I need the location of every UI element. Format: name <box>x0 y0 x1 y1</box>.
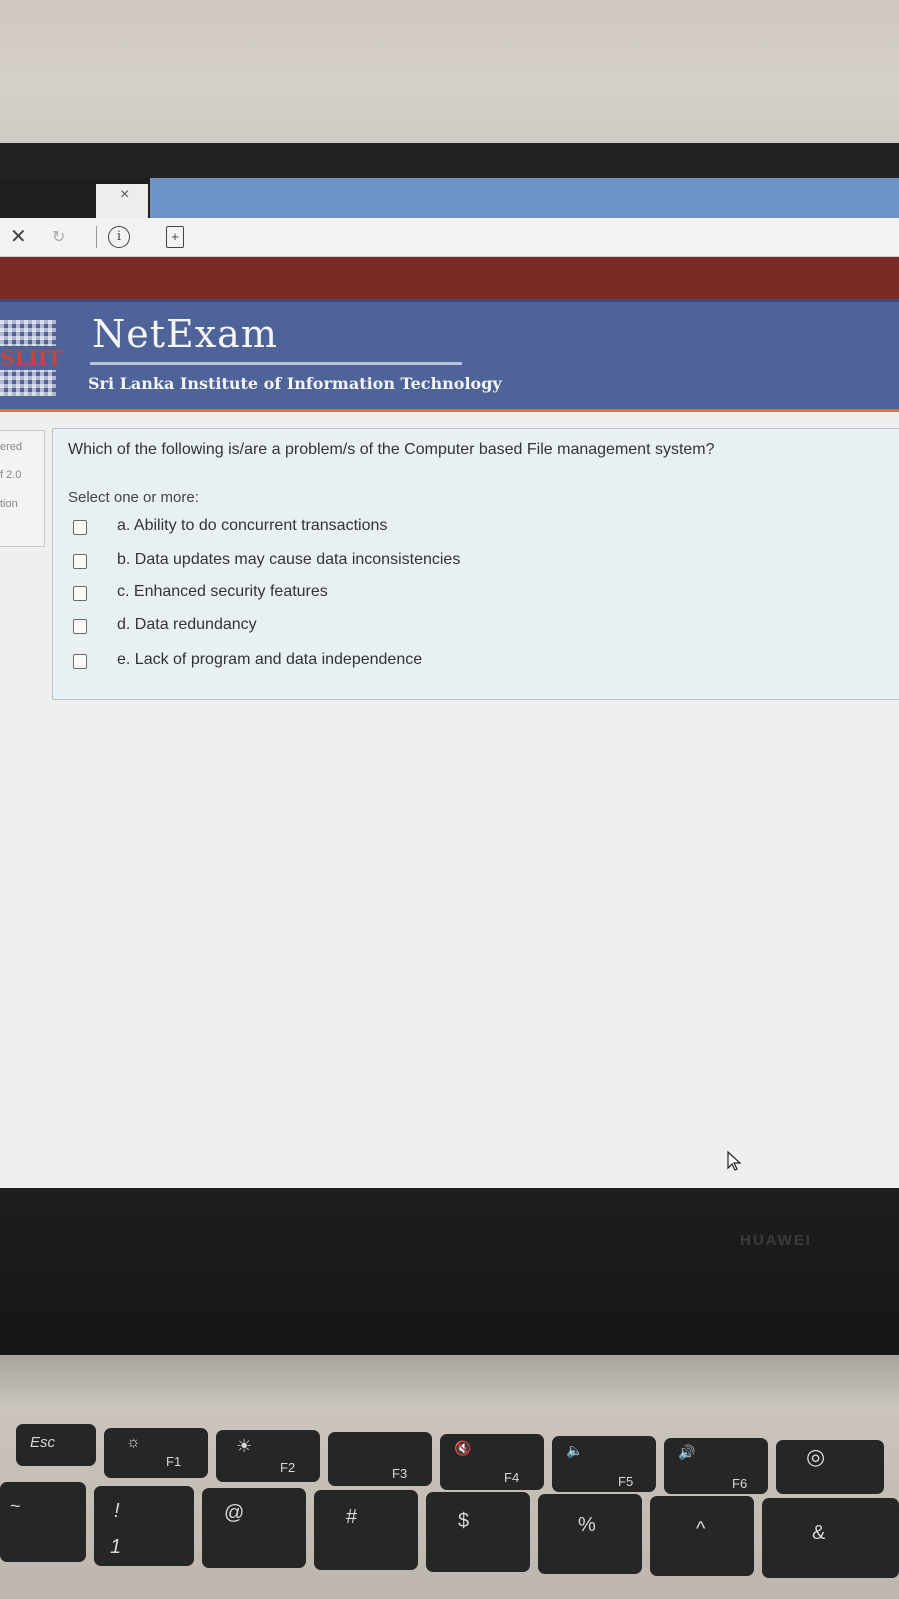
tab-close-icon[interactable]: × <box>120 186 129 204</box>
header-accent-line <box>0 409 899 412</box>
active-tab-area[interactable] <box>150 178 899 218</box>
institute-subtitle: Sri Lanka Institute of Information Techn… <box>88 374 502 393</box>
key-f3[interactable]: F3 <box>328 1432 432 1486</box>
key-f6[interactable]: 🔊 F6 <box>664 1438 768 1494</box>
laptop-screen: × ✕ ↻ i + SLIIT NetExam Sri Lanka Instit… <box>0 178 899 1208</box>
info-icon[interactable]: i <box>108 226 130 248</box>
key-f1[interactable]: ☼ F1 <box>104 1428 208 1478</box>
tab-strip: × <box>0 178 899 218</box>
site-header: SLIIT NetExam Sri Lanka Institute of Inf… <box>0 299 899 412</box>
address-bar: ✕ ↻ i + <box>0 218 899 257</box>
option-label-c[interactable]: c. Enhanced security features <box>117 583 328 601</box>
question-info-panel: ered f 2.0 tion <box>0 430 45 547</box>
answer-option-e[interactable]: e. Lack of program and data independence <box>73 649 673 679</box>
key-f5[interactable]: 🔈 F5 <box>552 1436 656 1492</box>
keyboard-deck: Esc ☼ F1 ☀ F2 F3 🔇 F4 🔈 F5 🔊 F6 ◎ ~ ! 1 … <box>0 1410 899 1599</box>
add-page-icon[interactable]: + <box>166 226 184 248</box>
sliit-logo: SLIIT <box>0 320 63 396</box>
checkbox-b[interactable] <box>73 554 87 569</box>
question-text: Which of the following is/are a problem/… <box>68 441 715 458</box>
option-label-b[interactable]: b. Data updates may cause data inconsist… <box>117 551 460 569</box>
laptop-top-bezel <box>0 143 899 181</box>
huawei-logo: HUAWEI <box>740 1232 812 1249</box>
key-esc[interactable]: Esc <box>16 1424 96 1466</box>
reload-icon[interactable]: ↻ <box>52 227 65 247</box>
checkbox-e[interactable] <box>73 654 87 669</box>
brand-underline <box>90 362 462 365</box>
checkbox-c[interactable] <box>73 586 87 601</box>
answer-option-a[interactable]: a. Ability to do concurrent transactions <box>73 515 673 545</box>
key-7[interactable]: & <box>762 1498 899 1578</box>
key-1[interactable]: ! 1 <box>94 1486 194 1566</box>
key-3[interactable]: # <box>314 1490 418 1570</box>
top-red-band <box>0 257 899 299</box>
answer-option-b[interactable]: b. Data updates may cause data inconsist… <box>73 549 673 579</box>
option-label-d[interactable]: d. Data redundancy <box>117 616 257 634</box>
key-2[interactable]: @ <box>202 1488 306 1568</box>
key-4[interactable]: $ <box>426 1492 530 1572</box>
background-wall <box>0 0 899 148</box>
info-status-text: ered <box>0 441 23 453</box>
brand-title: NetExam <box>92 312 278 356</box>
checkbox-a[interactable] <box>73 520 87 535</box>
select-hint: Select one or more: <box>68 489 199 506</box>
laptop-bottom-bezel <box>0 1188 899 1358</box>
option-label-e[interactable]: e. Lack of program and data independence <box>117 651 422 669</box>
key-6[interactable]: ^ <box>650 1496 754 1576</box>
mouse-cursor-icon <box>727 1150 742 1171</box>
key-camera[interactable]: ◎ <box>776 1440 884 1494</box>
logo-text: SLIIT <box>0 346 63 370</box>
answer-option-d[interactable]: d. Data redundancy <box>73 614 673 644</box>
key-f4[interactable]: 🔇 F4 <box>440 1434 544 1490</box>
laptop-hinge <box>0 1355 899 1415</box>
checkbox-d[interactable] <box>73 619 87 634</box>
key-5[interactable]: % <box>538 1494 642 1574</box>
info-mark-text: f 2.0 <box>0 469 22 481</box>
browser-tab[interactable]: × <box>96 184 148 218</box>
stop-icon[interactable]: ✕ <box>10 224 27 249</box>
option-label-a[interactable]: a. Ability to do concurrent transactions <box>117 517 387 535</box>
answer-option-c[interactable]: c. Enhanced security features <box>73 581 673 611</box>
toolbar-divider <box>96 226 97 248</box>
question-box: Which of the following is/are a problem/… <box>52 428 899 700</box>
info-flag-text: tion <box>0 498 18 510</box>
key-tilde[interactable]: ~ <box>0 1482 86 1562</box>
key-f2[interactable]: ☀ F2 <box>216 1430 320 1482</box>
